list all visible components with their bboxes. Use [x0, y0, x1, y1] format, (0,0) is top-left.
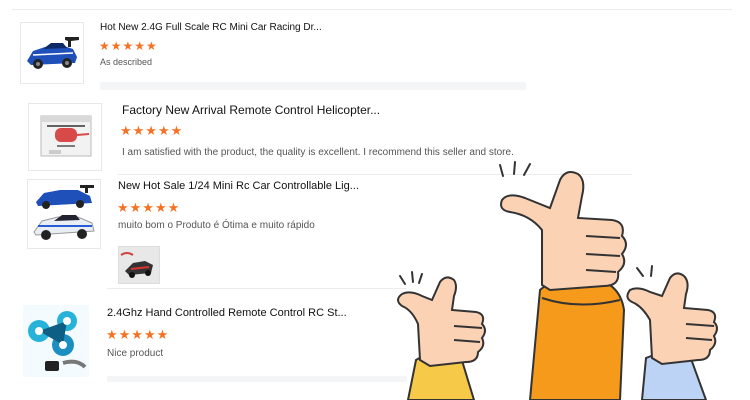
review-text-3: muito bom o Produto é Ótima e muito rápi… — [118, 220, 315, 231]
helicopter-box-icon — [40, 115, 92, 157]
review-product-title-4[interactable]: 2.4Ghz Hand Controlled Remote Control RC… — [107, 307, 347, 319]
thumbs-up-hands-icon — [397, 161, 718, 400]
review-photo[interactable] — [118, 246, 160, 284]
rc-cars-pair-icon — [33, 185, 95, 240]
review-text-2: I am satisfied with the product, the qua… — [122, 147, 514, 158]
rc-car-blue-icon — [27, 37, 79, 69]
review-product-title-2[interactable]: Factory New Arrival Remote Control Helic… — [122, 103, 380, 117]
top-divider — [12, 9, 732, 10]
review-text-4: Nice product — [107, 348, 164, 359]
product-thumbnail-2[interactable] — [28, 103, 102, 171]
product-thumbnail-1[interactable] — [20, 22, 84, 84]
rating-stars-3: ★★★★★ — [117, 200, 181, 215]
rating-stars-1: ★★★★★ — [99, 39, 158, 53]
rating-stars-2: ★★★★★ — [120, 123, 184, 138]
divider — [107, 288, 407, 289]
review-product-title-3[interactable]: New Hot Sale 1/24 Mini Rc Car Controllab… — [118, 180, 359, 192]
stunt-car-icon — [23, 305, 89, 377]
divider — [100, 82, 526, 90]
review-photo-icon — [119, 247, 159, 283]
review-product-title-1[interactable]: Hot New 2.4G Full Scale RC Mini Car Raci… — [100, 22, 322, 33]
product-thumbnail-4[interactable] — [23, 305, 89, 377]
divider — [107, 376, 407, 382]
product-thumbnail-3[interactable] — [27, 179, 101, 249]
review-text-1: As described — [100, 57, 153, 67]
rating-stars-4: ★★★★★ — [106, 327, 170, 342]
